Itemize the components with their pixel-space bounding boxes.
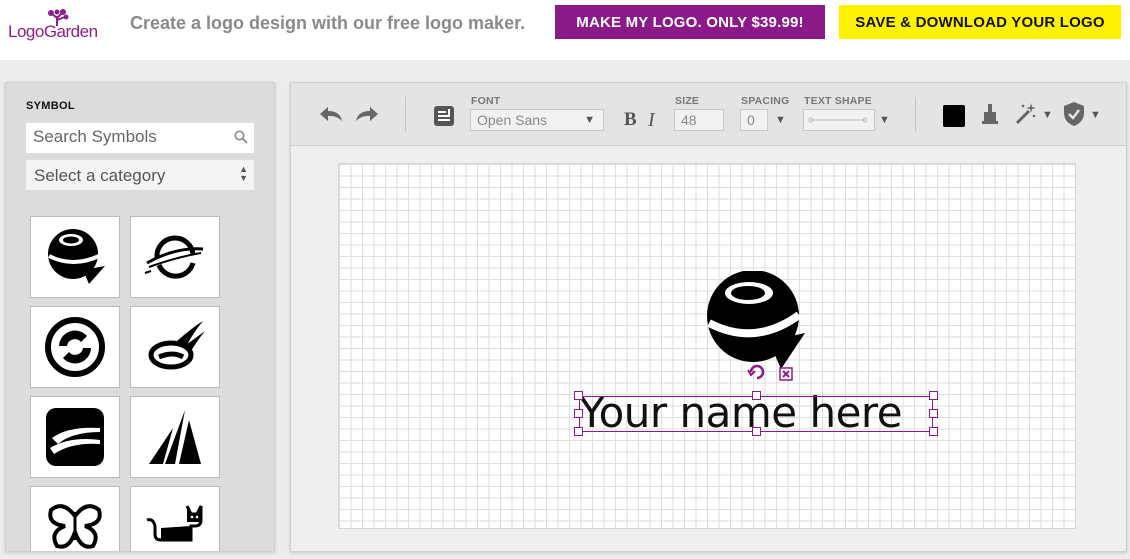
select-arrows-icon: ▲ ▼ (239, 164, 248, 183)
ringed-sphere-icon (144, 235, 204, 279)
circular-swirl-icon (45, 317, 105, 377)
delete-handle-icon[interactable] (779, 367, 793, 381)
logogarden-logo[interactable]: LogoGarden (8, 8, 108, 48)
undo-icon[interactable] (318, 105, 344, 123)
resize-handle-bottom-left[interactable] (574, 427, 583, 436)
rounded-square-stripes-icon (46, 408, 104, 466)
symbol-cat[interactable] (130, 486, 220, 551)
make-my-logo-button[interactable]: MAKE MY LOGO. ONLY $39.99! (555, 5, 825, 39)
rotate-handle-icon[interactable] (747, 362, 767, 380)
text-shape-label: TEXT SHAPE (804, 95, 872, 107)
sail-pyramid-icon (149, 410, 201, 464)
color-swatch[interactable] (943, 105, 965, 127)
spacing-label: SPACING (741, 95, 790, 107)
butterfly-icon (48, 504, 102, 549)
resize-handle-bottom[interactable] (752, 427, 761, 436)
font-value: Open Sans (477, 112, 548, 128)
spacing-input[interactable]: 0 (740, 109, 768, 131)
sidebar-title: SYMBOL (26, 100, 75, 112)
text-edit-icon[interactable] (433, 105, 455, 127)
italic-button[interactable]: I (648, 109, 655, 132)
spacing-value: 0 (747, 112, 755, 128)
top-bar: LogoGarden Create a logo design with our… (0, 0, 1130, 60)
magic-wand-icon[interactable] (1013, 101, 1037, 127)
symbol-sail-pyramid[interactable] (130, 396, 220, 478)
symbol-globe-arrow[interactable] (30, 216, 120, 298)
logo-text: LogoGarden (8, 22, 98, 41)
tagline: Create a logo design with our free logo … (130, 13, 526, 33)
globe-arrow-symbol[interactable] (705, 271, 807, 373)
align-stamp-icon[interactable] (981, 103, 999, 127)
editor-toolbar: FONT Open Sans ▼ B I SIZE 48 SPACING 0 ▼… (291, 83, 1126, 146)
toolbar-divider (915, 97, 916, 131)
text-shape-select[interactable] (803, 109, 875, 131)
size-input[interactable]: 48 (674, 109, 724, 131)
redo-icon[interactable] (354, 105, 380, 123)
resize-handle-bottom-right[interactable] (929, 427, 938, 436)
symbol-ringed-sphere[interactable] (130, 216, 220, 298)
font-select[interactable]: Open Sans ▼ (470, 109, 604, 131)
category-select-value: Select a category (34, 166, 166, 185)
design-canvas[interactable]: Your name here (338, 163, 1076, 529)
resize-handle-top[interactable] (752, 391, 761, 400)
effects-caret-icon[interactable]: ▼ (1042, 109, 1053, 121)
text-shape-caret-icon[interactable]: ▼ (879, 114, 890, 126)
shield-caret-icon[interactable]: ▼ (1090, 109, 1101, 121)
resize-handle-right[interactable] (929, 409, 938, 418)
symbol-butterfly[interactable] (30, 486, 120, 551)
symbol-orbit-swoosh[interactable] (130, 306, 220, 388)
font-label: FONT (471, 95, 501, 107)
resize-handle-left[interactable] (574, 409, 583, 418)
font-caret-icon: ▼ (584, 114, 595, 126)
globe-arrow-icon (48, 229, 105, 284)
spacing-caret-icon[interactable]: ▼ (775, 114, 786, 126)
symbol-search-box (26, 123, 254, 153)
symbol-sidebar: SYMBOL Select a category ▲▼ (5, 82, 275, 552)
shield-icon[interactable] (1063, 101, 1085, 127)
category-select[interactable]: Select a category ▲ ▼ (26, 160, 254, 190)
logo-editor: FONT Open Sans ▼ B I SIZE 48 SPACING 0 ▼… (290, 82, 1127, 552)
size-label: SIZE (675, 95, 700, 107)
search-icon[interactable] (234, 130, 248, 144)
bold-button[interactable]: B (624, 109, 637, 131)
toolbar-divider (405, 97, 406, 131)
search-input[interactable] (26, 123, 223, 151)
symbol-circular-swirl[interactable] (30, 306, 120, 388)
symbol-rounded-square-stripes[interactable] (30, 396, 120, 478)
resize-handle-top-left[interactable] (574, 391, 583, 400)
save-download-button[interactable]: SAVE & DOWNLOAD YOUR LOGO (839, 5, 1121, 39)
resize-handle-top-right[interactable] (929, 391, 938, 400)
size-value: 48 (681, 112, 697, 128)
orbit-swoosh-icon (148, 321, 205, 370)
cat-icon (146, 505, 203, 542)
text-shape-slider-icon (808, 117, 868, 123)
